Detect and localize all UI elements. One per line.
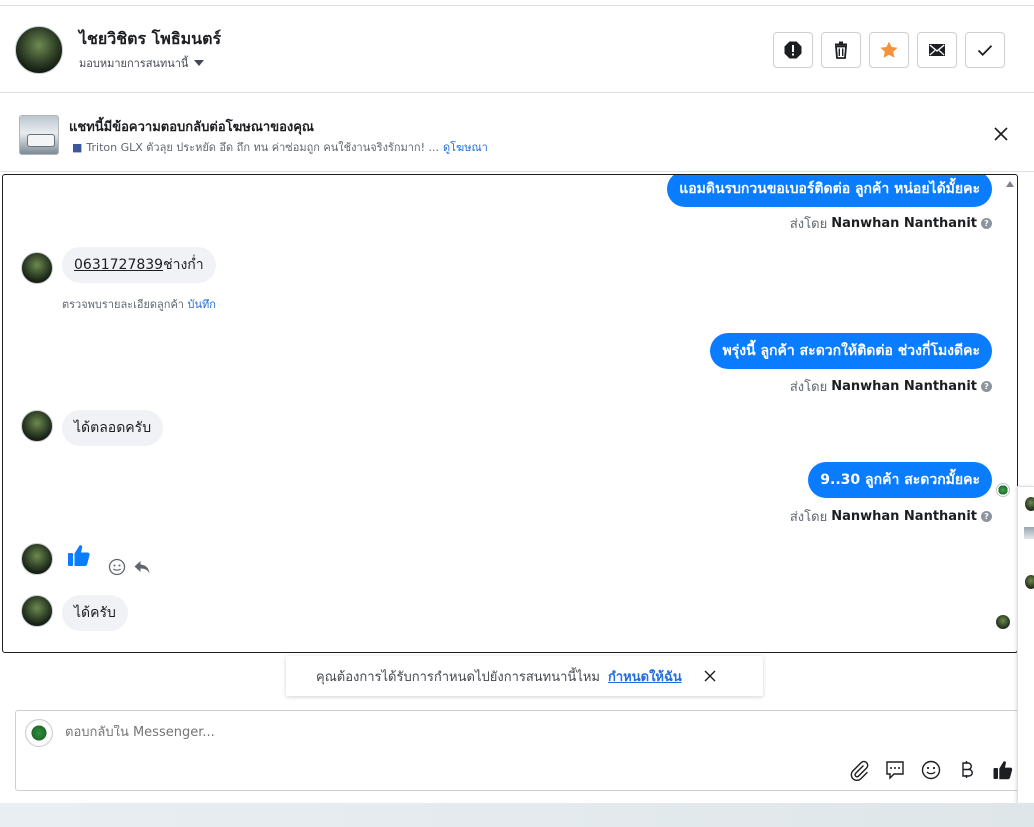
- envelope-icon: [929, 44, 945, 56]
- customer-name[interactable]: ไชยวิชิตร โพธิมนตร์: [79, 27, 221, 52]
- scroll-up-arrow-icon[interactable]: [1006, 181, 1014, 187]
- emoji-icon[interactable]: [920, 759, 942, 781]
- mark-done-button[interactable]: [965, 32, 1005, 68]
- customer-avatar[interactable]: [21, 252, 53, 284]
- ad-reply-banner: แชทนี้มีข้อความตอบกลับต่อโฆษณาของคุณ ■ Tr…: [0, 94, 1034, 172]
- customer-avatar[interactable]: [21, 595, 53, 627]
- sent-by-agent: Nanwhan Nanthanit: [831, 379, 977, 394]
- reply-input[interactable]: [65, 725, 765, 740]
- outgoing-message[interactable]: 9..30 ลูกค้า สะดวกมั้ยคะ: [808, 462, 992, 498]
- phone-number-link[interactable]: 0631727839: [74, 257, 163, 273]
- assign-label: มอบหมายการสนทนานี้: [79, 57, 189, 70]
- assign-conversation-dropdown[interactable]: มอบหมายการสนทนานี้: [79, 54, 205, 72]
- message-text: ช่างก่ำ: [163, 257, 204, 273]
- star-icon: [880, 41, 898, 58]
- attach-icon[interactable]: [848, 759, 870, 781]
- top-divider: [0, 0, 1034, 6]
- delete-button[interactable]: [821, 32, 861, 68]
- thumbs-up-sticker-icon[interactable]: [66, 542, 92, 568]
- inbox-conversation-view: ไชยวิชิตร โพธิมนตร์ มอบหมายการสนทนานี้ แ…: [0, 0, 1034, 827]
- car-icon: ■: [72, 141, 83, 154]
- caret-down-icon: [194, 60, 205, 66]
- star-button[interactable]: [869, 32, 909, 68]
- view-ad-link[interactable]: ดูโฆษณา: [443, 141, 488, 154]
- check-icon: [977, 45, 993, 56]
- incoming-message[interactable]: ได้ตลอดครับ: [62, 410, 164, 446]
- contact-avatar: [1025, 575, 1034, 589]
- seen-by-page-avatar: [996, 483, 1010, 497]
- outgoing-message[interactable]: พรุ่งนี้ ลูกค้า สะดวกให้ติดต่อ ช่วงกี่โม…: [710, 333, 992, 369]
- side-panel-preview[interactable]: [1017, 486, 1034, 816]
- ad-banner-title: แชทนี้มีข้อความตอบกลับต่อโฆษณาของคุณ: [69, 120, 314, 135]
- sent-by-label: ส่งโดย Nanwhan Nanthanit ?: [790, 376, 992, 397]
- mark-unread-button[interactable]: [917, 32, 957, 68]
- help-icon[interactable]: ?: [981, 381, 992, 392]
- assign-to-me-link[interactable]: กำหนดให้ฉัน: [608, 666, 682, 687]
- assign-to-me-prompt: คุณต้องการได้รับการกำหนดไปยังการสนทนานี้…: [286, 656, 763, 696]
- close-icon[interactable]: [704, 670, 716, 682]
- incoming-message[interactable]: 0631727839ช่างก่ำ: [62, 247, 216, 283]
- thread-scrollbar[interactable]: [1003, 175, 1017, 652]
- customer-avatar[interactable]: [15, 26, 63, 74]
- sent-by-prefix: ส่งโดย: [789, 217, 828, 232]
- incoming-message[interactable]: ได้ครับ: [62, 595, 128, 631]
- sent-by-prefix: ส่งโดย: [789, 380, 828, 395]
- save-details-link[interactable]: บันทึก: [187, 298, 215, 311]
- page-avatar: [25, 719, 53, 747]
- note-text: ตรวจพบรายละเอียดลูกค้า: [62, 298, 184, 311]
- baht-icon[interactable]: [956, 759, 978, 781]
- seen-by-customer-avatar: [996, 615, 1010, 629]
- reply-composer: [15, 710, 1025, 791]
- ad-description: Triton GLX ตัวลุย ประหยัด อึด ถึก ทน ค่า…: [86, 141, 439, 154]
- react-emoji-icon[interactable]: [108, 558, 126, 576]
- sent-by-prefix: ส่งโดย: [789, 510, 828, 525]
- sent-by-agent: Nanwhan Nanthanit: [831, 216, 977, 231]
- footer-strip: [0, 803, 1034, 827]
- reply-icon[interactable]: [133, 558, 151, 576]
- message-thread[interactable]: แอมดินรบกวนขอเบอร์ติดต่อ ลูกค้า หน่อยได้…: [2, 174, 1018, 653]
- sent-by-label: ส่งโดย Nanwhan Nanthanit ?: [790, 506, 992, 527]
- ad-thumbnail-mini: [1024, 527, 1034, 539]
- ad-thumbnail[interactable]: [19, 115, 59, 155]
- help-icon[interactable]: ?: [981, 511, 992, 522]
- sent-by-label: ส่งโดย Nanwhan Nanthanit ?: [790, 213, 992, 234]
- close-icon[interactable]: [994, 127, 1008, 141]
- sent-by-agent: Nanwhan Nanthanit: [831, 509, 977, 524]
- customer-avatar[interactable]: [21, 543, 53, 575]
- assign-prompt-text: คุณต้องการได้รับการกำหนดไปยังการสนทนานี้…: [316, 669, 600, 685]
- spam-icon: [784, 41, 802, 59]
- customer-details-note: ตรวจพบรายละเอียดลูกค้า บันทึก: [62, 295, 216, 313]
- customer-avatar[interactable]: [21, 410, 53, 442]
- mark-spam-button[interactable]: [773, 32, 813, 68]
- help-icon[interactable]: ?: [981, 218, 992, 229]
- conversation-header: ไชยวิชิตร โพธิมนตร์ มอบหมายการสนทนานี้: [0, 7, 1034, 93]
- trash-icon: [835, 41, 847, 59]
- saved-reply-icon[interactable]: [884, 759, 906, 781]
- ad-description-line: ■ Triton GLX ตัวลุย ประหยัด อึด ถึก ทน ค่…: [72, 138, 488, 156]
- contact-avatar: [1025, 497, 1034, 511]
- outgoing-message[interactable]: แอมดินรบกวนขอเบอร์ติดต่อ ลูกค้า หน่อยได้…: [667, 175, 992, 207]
- thumbs-up-icon[interactable]: [992, 759, 1014, 781]
